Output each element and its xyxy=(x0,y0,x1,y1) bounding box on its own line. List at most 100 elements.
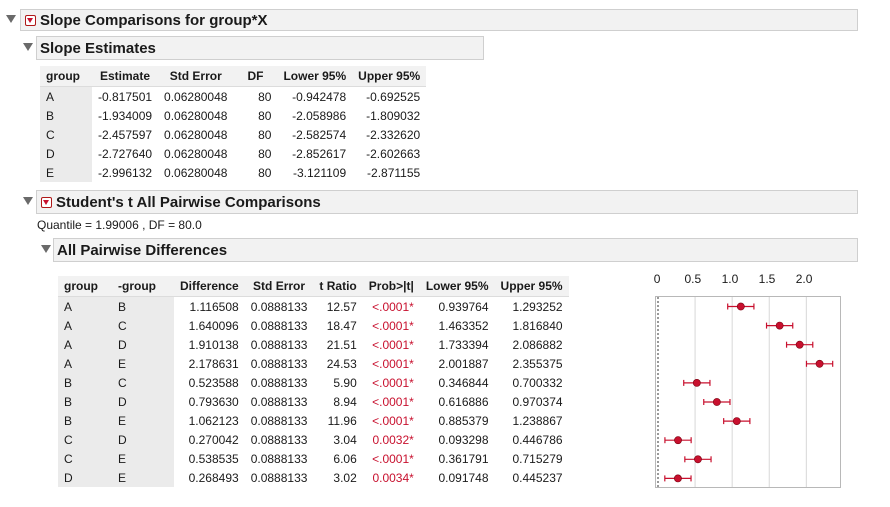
upper-cell: 1.293252 xyxy=(512,299,563,314)
stderr-cell: 0.0888133 xyxy=(250,432,308,447)
slope-comparisons-header[interactable]: Slope Comparisons for group*X xyxy=(20,9,858,31)
column-header[interactable]: Prob>|t| xyxy=(362,276,420,297)
lower-cell: -0.942478 xyxy=(292,89,347,104)
prob-cell: <.0001* xyxy=(372,451,414,466)
difference-point xyxy=(815,359,824,368)
difference-interval-svg xyxy=(657,297,834,487)
difference-point xyxy=(732,417,741,425)
group-cell: A xyxy=(58,296,112,316)
column-header[interactable]: DF xyxy=(233,66,278,87)
interval-mark xyxy=(805,359,834,368)
table-row: B -1.934009 0.06280048 80 -2.058986 -1.8… xyxy=(40,106,426,125)
students-t-header[interactable]: Student's t All Pairwise Comparisons xyxy=(36,190,858,214)
t-ratio-cell: 21.51 xyxy=(326,337,357,352)
difference-cell: 0.538535 xyxy=(188,451,239,466)
slope-estimates-header[interactable]: Slope Estimates xyxy=(36,36,484,60)
stderr-cell: 0.0888133 xyxy=(250,318,308,333)
lower-cell: -3.121109 xyxy=(293,165,347,180)
collapse-triangle-icon[interactable] xyxy=(41,245,51,253)
minus-group-cell: E xyxy=(112,354,174,373)
lower-cell: 0.093298 xyxy=(438,432,489,447)
column-header[interactable]: Estimate xyxy=(92,66,159,87)
difference-point xyxy=(692,379,701,387)
group-cell: B xyxy=(58,392,112,411)
lower-cell: 0.885379 xyxy=(438,413,489,428)
stderr-cell: 0.06280048 xyxy=(164,89,228,104)
table-row: B D 0.793630 0.0888133 8.94 <.0001* 0.616886 0.… xyxy=(58,392,569,411)
collapse-triangle-icon[interactable] xyxy=(23,197,33,205)
difference-cell: 1.640096 xyxy=(188,318,239,333)
collapse-triangle-icon[interactable] xyxy=(6,15,16,23)
interval-mark xyxy=(684,455,712,464)
column-header[interactable]: Upper 95% xyxy=(494,276,569,297)
group-cell: B xyxy=(58,411,112,430)
red-triangle-menu-icon[interactable] xyxy=(41,196,52,208)
difference-cell: 1.910138 xyxy=(188,337,239,352)
upper-cell: 2.086882 xyxy=(512,337,563,352)
upper-cell: 0.700332 xyxy=(512,375,563,390)
t-ratio-cell: 5.90 xyxy=(333,375,357,390)
interval-mark xyxy=(723,417,751,425)
column-header[interactable]: t Ratio xyxy=(313,276,363,297)
column-header[interactable]: Std Error xyxy=(158,66,234,87)
difference-cell: 0.523588 xyxy=(188,375,239,390)
group-cell: D xyxy=(40,144,92,163)
table-row: C D 0.270042 0.0888133 3.04 0.0032* 0.093298 0.… xyxy=(58,430,569,449)
table-row: A C 1.640096 0.0888133 18.47 <.0001* 1.463352 1… xyxy=(58,316,569,335)
df-cell: 80 xyxy=(258,146,272,161)
prob-cell: 0.0032* xyxy=(372,432,414,447)
difference-cell: 1.116508 xyxy=(189,299,239,314)
prob-cell: <.0001* xyxy=(372,375,414,390)
red-triangle-menu-icon[interactable] xyxy=(25,14,36,26)
minus-group-cell: D xyxy=(112,335,174,354)
group-cell: A xyxy=(58,354,112,373)
difference-point xyxy=(674,436,682,445)
group-cell: B xyxy=(58,373,112,392)
difference-cell: 1.062123 xyxy=(188,413,239,428)
interval-mark xyxy=(785,340,814,349)
column-header[interactable]: Difference xyxy=(174,276,245,297)
difference-cell: 0.268493 xyxy=(188,470,239,485)
x-axis-tick-labels: 0 0.5 1.0 1.5 2.0 xyxy=(652,272,852,290)
upper-cell: 0.970374 xyxy=(512,394,563,409)
stderr-cell: 0.0888133 xyxy=(250,337,308,352)
t-ratio-cell: 24.53 xyxy=(326,356,357,371)
pairwise-title: All Pairwise Differences xyxy=(57,241,228,259)
t-ratio-cell: 6.06 xyxy=(333,451,357,466)
table-row: B C 0.523588 0.0888133 5.90 <.0001* 0.346844 0.… xyxy=(58,373,569,392)
minus-group-cell: C xyxy=(112,373,174,392)
stderr-cell: 0.0888133 xyxy=(250,413,308,428)
group-cell: A xyxy=(58,316,112,335)
column-header[interactable]: -group xyxy=(112,276,174,297)
column-header[interactable]: Std Error xyxy=(244,276,314,297)
lower-cell: -2.582574 xyxy=(292,127,347,142)
column-header[interactable]: Lower 95% xyxy=(277,66,353,87)
upper-cell: 0.446786 xyxy=(512,432,563,447)
column-header[interactable]: Upper 95% xyxy=(352,66,427,87)
interval-mark xyxy=(765,321,794,330)
stderr-cell: 0.0888133 xyxy=(250,451,308,466)
table-row: A D 1.910138 0.0888133 21.51 <.0001* 1.733394 2… xyxy=(58,335,569,354)
upper-cell: -2.602663 xyxy=(366,146,421,161)
pairwise-header[interactable]: All Pairwise Differences xyxy=(53,238,858,262)
lower-cell: -2.852617 xyxy=(292,146,347,161)
lower-cell: 0.091748 xyxy=(438,470,489,485)
group-cell: A xyxy=(40,86,92,106)
t-ratio-cell: 8.94 xyxy=(333,394,357,409)
difference-point xyxy=(736,302,745,311)
interval-mark xyxy=(683,379,711,387)
collapse-triangle-icon[interactable] xyxy=(23,43,33,51)
upper-cell: -2.332620 xyxy=(366,127,421,142)
group-cell: C xyxy=(58,449,112,468)
minus-group-cell: E xyxy=(112,449,174,468)
stderr-cell: 0.0888133 xyxy=(250,299,308,314)
upper-cell: -1.809032 xyxy=(366,108,421,123)
column-header[interactable]: group xyxy=(40,66,92,87)
column-header[interactable]: Lower 95% xyxy=(419,276,495,297)
lower-cell: 0.346844 xyxy=(438,375,489,390)
table-row: A B 1.116508 0.0888133 12.57 <.0001* 0.939764 1… xyxy=(58,296,569,316)
group-cell: C xyxy=(40,125,92,144)
t-ratio-cell: 12.57 xyxy=(326,299,357,314)
minus-group-cell: D xyxy=(112,392,174,411)
column-header[interactable]: group xyxy=(58,276,112,297)
